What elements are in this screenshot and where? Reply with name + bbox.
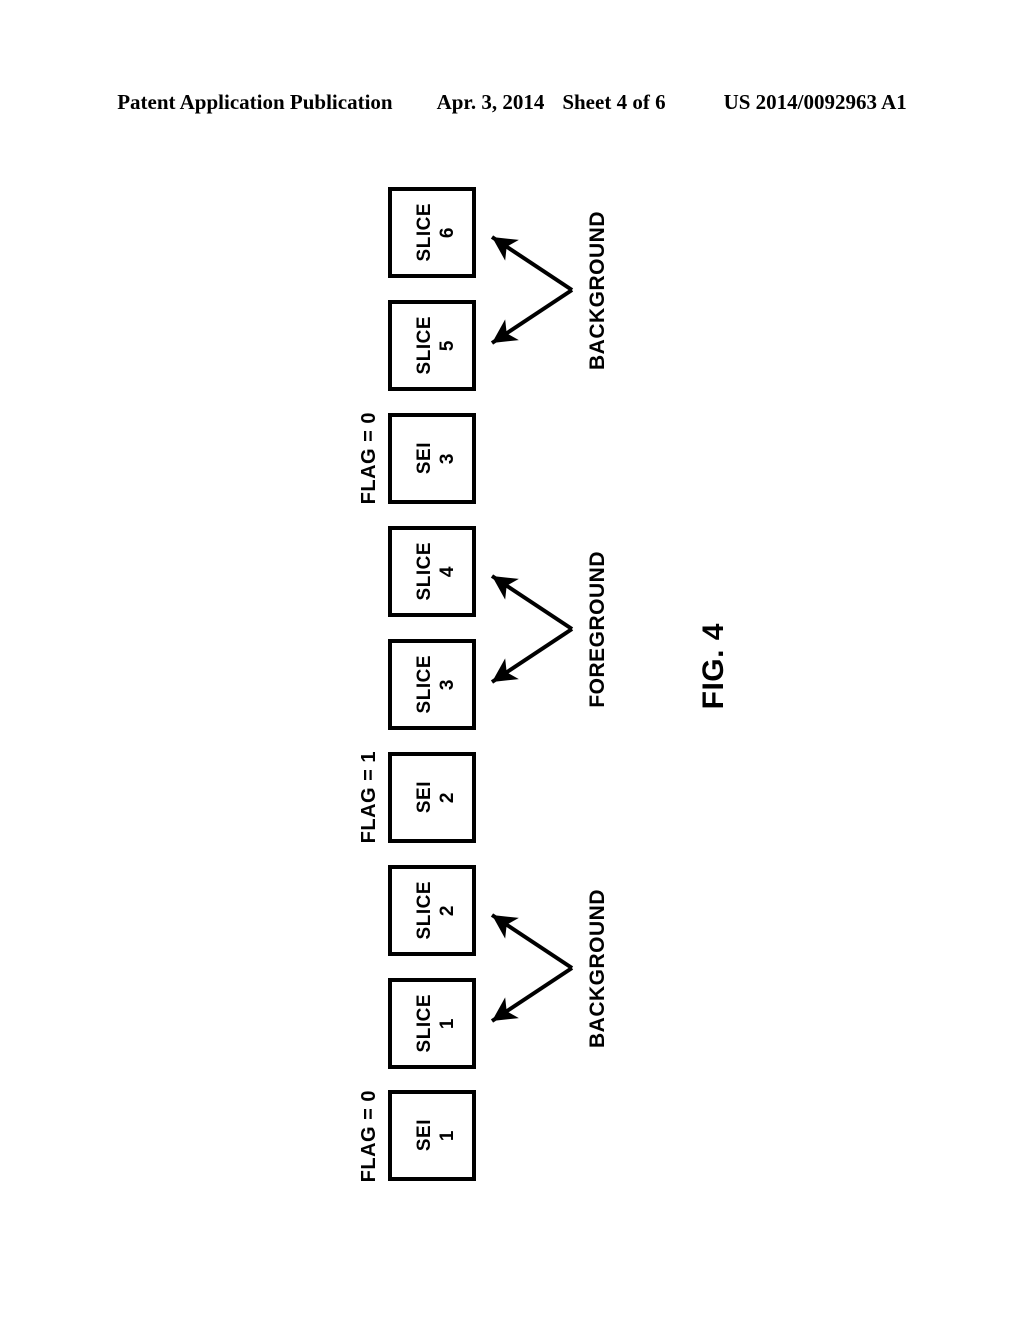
node-label-slice4: SLICE 4 [392,530,480,613]
group-arrow-lower-limb-group-background-top [490,288,574,345]
group-caption-group-background-top: BACKGROUND [578,205,618,375]
node-box-sei3: SEI 3 [388,413,476,504]
node-box-slice6: SLICE 6 [388,187,476,278]
flag-label-sei3: FLAG = 0 [352,410,386,506]
group-arrow-upper-limb-group-foreground [490,574,574,631]
flag-label-sei2: FLAG = 1 [352,749,386,845]
node-label-index-slice1: 1 [437,1017,458,1030]
node-label-sei2: SEI 2 [392,756,480,839]
group-arrow-lower-limb-group-foreground [490,627,574,684]
group-arrow-upper-limb-group-background-bottom [490,913,574,970]
node-label-kind-slice3: SLICE [414,655,435,714]
flag-label-text-sei2: FLAG = 1 [357,750,380,844]
node-box-sei2: SEI 2 [388,752,476,843]
node-label-slice1: SLICE 1 [392,982,480,1065]
node-label-kind-slice6: SLICE [414,203,435,262]
node-label-sei1: SEI 1 [392,1094,480,1177]
group-arrow-svg-group-background-bottom [490,913,574,1023]
node-label-index-slice3: 3 [437,678,458,691]
node-label-index-sei3: 3 [437,452,458,465]
node-box-slice3: SLICE 3 [388,639,476,730]
node-label-index-slice4: 4 [437,565,458,578]
group-arrow-group-foreground [480,554,580,704]
group-caption-text-group-background-bottom: BACKGROUND [586,888,609,1048]
node-box-sei1: SEI 1 [388,1090,476,1181]
figure-diagram: FIG. 4 SLICE 6 SLICE 5 SEI 3 SLICE 4 SLICE 3 SEI 2 S… [0,0,1024,1320]
group-caption-text-group-foreground: FOREGROUND [586,550,609,708]
group-caption-group-background-bottom: BACKGROUND [578,883,618,1053]
node-label-slice3: SLICE 3 [392,643,480,726]
node-label-sei3: SEI 3 [392,417,480,500]
flag-label-text-sei3: FLAG = 0 [357,411,380,505]
node-label-index-slice2: 2 [437,904,458,917]
group-arrow-svg-group-foreground [490,574,574,684]
node-label-slice2: SLICE 2 [392,869,480,952]
flag-label-text-sei1: FLAG = 0 [357,1089,380,1183]
node-box-slice5: SLICE 5 [388,300,476,391]
node-label-index-sei1: 1 [437,1129,458,1142]
group-arrow-upper-limb-group-background-top [490,235,574,292]
node-label-index-sei2: 2 [437,791,458,804]
node-label-slice5: SLICE 5 [392,304,480,387]
node-label-kind-slice1: SLICE [414,994,435,1053]
node-label-slice6: SLICE 6 [392,191,480,274]
group-arrow-svg-group-background-top [490,235,574,345]
figure-number-label: FIG. 4 [692,612,736,720]
group-arrow-lower-limb-group-background-bottom [490,966,574,1023]
node-label-kind-sei3: SEI [414,442,435,475]
flag-label-sei1: FLAG = 0 [352,1088,386,1184]
node-box-slice4: SLICE 4 [388,526,476,617]
node-label-kind-sei1: SEI [414,1119,435,1152]
node-box-slice2: SLICE 2 [388,865,476,956]
group-arrow-group-background-bottom [480,893,580,1043]
node-label-kind-slice5: SLICE [414,316,435,375]
figure-number-text: FIG. 4 [697,622,730,710]
node-label-kind-slice4: SLICE [414,542,435,601]
node-label-kind-slice2: SLICE [414,881,435,940]
group-caption-text-group-background-top: BACKGROUND [586,210,609,370]
node-label-index-slice6: 6 [437,226,458,239]
group-caption-group-foreground: FOREGROUND [578,544,618,714]
node-label-kind-sei2: SEI [414,781,435,814]
node-label-index-slice5: 5 [437,339,458,352]
node-box-slice1: SLICE 1 [388,978,476,1069]
group-arrow-group-background-top [480,215,580,365]
